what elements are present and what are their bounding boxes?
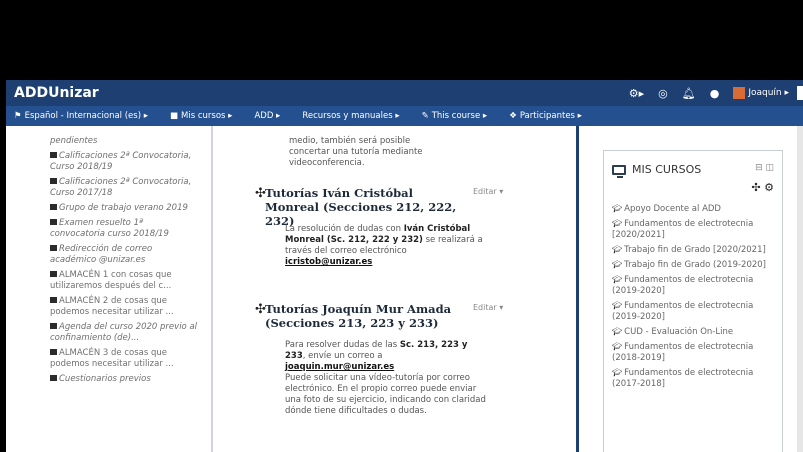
list-item[interactable]: ALMACÉN 2 de cosas que podemos necesitar… (50, 296, 200, 318)
nav-language[interactable]: ⚑ Español - Internacional (es) ▸ (6, 111, 162, 121)
course-index-sidebar: pendientes Calificaciones 2ª Convocatori… (6, 126, 206, 452)
nav-participantes[interactable]: ❖ Participantes ▸ (501, 111, 596, 121)
list-item[interactable]: 🎓︎ Fundamentos de electrotecnia (2018-201… (612, 341, 782, 364)
list-item[interactable]: ALMACÉN 1 con cosas que utilizaremos des… (50, 270, 200, 292)
settings-icon[interactable]: ⚙▸ (629, 87, 644, 100)
list-item[interactable]: ALMACÉN 3 de cosas que podemos necesitar… (50, 348, 200, 370)
list-item[interactable]: 🎓︎ Fundamentos de electrotecnia [2020/202… (612, 218, 782, 241)
user-menu[interactable]: Joaquín ▸ (733, 87, 789, 99)
list-item[interactable]: 🎓︎ CUD - Evaluación On-Line (612, 326, 782, 338)
edit-menu[interactable]: Editar ▾ (473, 303, 503, 312)
email-link[interactable]: joaquin.mur@unizar.es (285, 362, 394, 372)
list-item[interactable]: Redirección de correo académico @unizar.… (50, 244, 200, 266)
course-list: 🎓︎ Apoyo Docente al ADD 🎓︎ Fundamentos de … (612, 203, 782, 393)
nav-this-course[interactable]: ✎ This course ▸ (414, 111, 502, 121)
list-item[interactable]: 🎓︎ Trabajo fin de Grado (2019-2020] (612, 259, 782, 271)
block-move-config-icons[interactable]: ✣ ⚙ (751, 181, 774, 194)
list-item[interactable]: 🎓︎ Fundamentos de electrotecnia (2019-202… (612, 274, 782, 297)
site-brand[interactable]: ADDUnizar (14, 85, 99, 101)
nav-mis-cursos[interactable]: ■ Mis cursos ▸ (162, 111, 246, 121)
block-region: MIS CURSOS ⊟ ◫ ✣ ⚙ 🎓︎ Apoyo Docente al AD… (579, 126, 803, 452)
section-tutorias-joaquin: ✣ Tutorías Joaquín Mur Amada (Secciones … (255, 300, 565, 452)
folder-icon (50, 245, 57, 251)
section-title[interactable]: Tutorías Joaquín Mur Amada (Secciones 21… (265, 302, 465, 330)
list-item[interactable]: 🎓︎ Apoyo Docente al ADD (612, 203, 782, 215)
folder-icon (50, 219, 57, 225)
list-item[interactable]: Examen resuelto 1ª convocatoria curso 20… (50, 218, 200, 240)
collapse-dock-icons[interactable]: ⊟ ◫ (755, 163, 774, 173)
list-item[interactable]: Agenda del curso 2020 previo al confinam… (50, 322, 200, 344)
folder-icon (50, 323, 57, 329)
monitor-icon (612, 164, 626, 178)
list-item[interactable]: Calificaciones 2ª Convocatoria, Curso 20… (50, 177, 200, 199)
page-scrollbar[interactable] (797, 126, 803, 452)
list-item[interactable]: 🎓︎ Fundamentos de electrotecnia (2019-202… (612, 300, 782, 323)
chat-icon[interactable]: ● (710, 87, 720, 100)
graduation-cap-icon: 🎓︎ (612, 260, 623, 269)
list-item[interactable]: Grupo de trabajo verano 2019 (50, 203, 200, 214)
list-item[interactable]: pendientes (50, 136, 200, 147)
graduation-cap-icon: 🎓︎ (612, 368, 623, 377)
nav-add[interactable]: ADD ▸ (246, 111, 294, 121)
user-name: Joaquín ▸ (748, 88, 789, 98)
block-title: MIS CURSOS (632, 163, 702, 176)
avatar (733, 87, 746, 99)
site-header: ADDUnizar ⚙▸ ◎ 🔔︎ ● Joaquín ▸ (6, 80, 803, 106)
list-item[interactable]: Cuestionarios previos (50, 374, 200, 385)
folder-icon (50, 297, 57, 303)
folder-icon (50, 349, 57, 355)
pen-icon: ✎ (421, 111, 429, 121)
section-summary: medio, también será posible concertar un… (289, 136, 423, 168)
folder-icon (50, 204, 57, 210)
graduation-cap-icon: 🎓︎ (612, 301, 623, 310)
folder-icon (50, 152, 57, 158)
header-icons: ⚙▸ ◎ 🔔︎ ● Joaquín ▸ (629, 80, 803, 106)
graduation-cap-icon: 🎓︎ (612, 245, 623, 254)
folder-icon (50, 178, 57, 184)
window-edge (797, 86, 803, 100)
mis-cursos-block: MIS CURSOS ⊟ ◫ ✣ ⚙ 🎓︎ Apoyo Docente al AD… (603, 150, 783, 452)
email-link[interactable]: icristob@unizar.es (285, 257, 372, 267)
nav-recursos[interactable]: Recursos y manuales ▸ (294, 111, 413, 121)
section-list: pendientes Calificaciones 2ª Convocatori… (50, 136, 200, 389)
graduation-cap-icon: 🎓︎ (612, 327, 623, 336)
list-item[interactable]: 🎓︎ Trabajo fin de Grado [2020/2021] (612, 244, 782, 256)
graduation-cap-icon: 🎓︎ (612, 204, 623, 213)
browser-viewport: ADDUnizar ⚙▸ ◎ 🔔︎ ● Joaquín ▸ ⚑ Español -… (6, 80, 803, 452)
section-tutorias-ivan: ✣ Tutorías Iván Cristóbal Monreal (Secci… (255, 184, 565, 294)
list-item[interactable]: 🎓︎ Fundamentos de electrotecnia (2017-201… (612, 367, 782, 390)
block-header: MIS CURSOS (612, 163, 702, 178)
section-body: La resolución de dudas con Iván Cristóba… (285, 224, 483, 267)
list-item[interactable]: Calificaciones 2ª Convocatoria, Curso 20… (50, 151, 200, 173)
custom-menu-bar: ⚑ Español - Internacional (es) ▸ ■ Mis cur… (6, 106, 803, 126)
graduation-cap-icon: 🎓︎ (612, 219, 623, 228)
folder-icon (50, 375, 57, 381)
graduation-cap-icon: 🎓︎ (612, 275, 623, 284)
target-icon[interactable]: ◎ (658, 87, 668, 100)
briefcase-icon: ■ (170, 111, 179, 121)
edit-menu[interactable]: Editar ▾ (473, 187, 503, 196)
graduation-cap-icon: 🎓︎ (612, 342, 623, 351)
folder-icon (50, 271, 57, 277)
course-content: medio, también será posible concertar un… (213, 126, 576, 452)
section-body: Para resolver dudas de las Sc. 213, 223 … (285, 340, 486, 416)
section-title[interactable]: Tutorías Iván Cristóbal Monreal (Seccion… (265, 186, 465, 228)
flag-icon: ⚑ (14, 111, 22, 121)
users-icon: ❖ (509, 111, 517, 121)
bell-icon[interactable]: 🔔︎ (682, 87, 696, 100)
